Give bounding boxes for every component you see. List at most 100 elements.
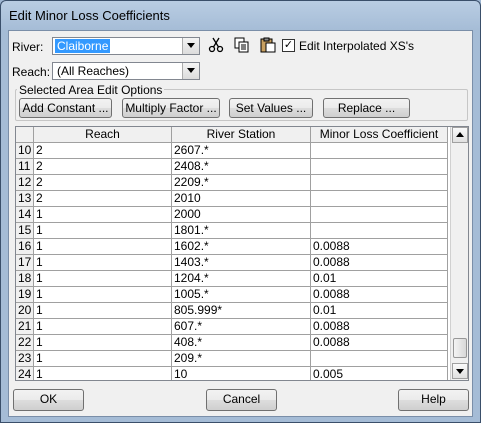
cell-reach[interactable]: 2 bbox=[34, 159, 172, 175]
cell-river-station[interactable]: 607.* bbox=[172, 319, 311, 335]
table-row[interactable]: 19 1 1005.* 0.0088 bbox=[16, 287, 456, 303]
cell-minor-loss[interactable]: 0.0088 bbox=[311, 335, 448, 351]
table-row[interactable]: 10 2 2607.* bbox=[16, 143, 456, 159]
cell-river-station[interactable]: 209.* bbox=[172, 351, 311, 367]
row-number[interactable]: 23 bbox=[16, 351, 34, 367]
vertical-scrollbar[interactable] bbox=[450, 127, 468, 380]
column-header-reach[interactable]: Reach bbox=[34, 127, 172, 143]
ok-button[interactable]: OK bbox=[13, 389, 84, 411]
cell-river-station[interactable]: 2408.* bbox=[172, 159, 311, 175]
cell-reach[interactable]: 1 bbox=[34, 335, 172, 351]
cell-minor-loss[interactable]: 0.0088 bbox=[311, 255, 448, 271]
cell-minor-loss[interactable] bbox=[311, 223, 448, 239]
cell-reach[interactable]: 1 bbox=[34, 255, 172, 271]
row-number[interactable]: 21 bbox=[16, 319, 34, 335]
row-number[interactable]: 11 bbox=[16, 159, 34, 175]
help-button[interactable]: Help bbox=[398, 389, 469, 411]
cell-reach[interactable]: 1 bbox=[34, 303, 172, 319]
table-row[interactable]: 24 1 10 0.005 bbox=[16, 367, 456, 380]
cell-reach[interactable]: 1 bbox=[34, 351, 172, 367]
cell-reach[interactable]: 1 bbox=[34, 223, 172, 239]
cell-minor-loss[interactable] bbox=[311, 143, 448, 159]
scroll-up-button[interactable] bbox=[452, 127, 468, 143]
cell-river-station[interactable]: 408.* bbox=[172, 335, 311, 351]
cell-river-station[interactable]: 805.999* bbox=[172, 303, 311, 319]
add-constant-button[interactable]: Add Constant ... bbox=[19, 98, 112, 118]
row-number[interactable]: 17 bbox=[16, 255, 34, 271]
cell-river-station[interactable]: 1403.* bbox=[172, 255, 311, 271]
scrollbar-thumb[interactable] bbox=[453, 338, 467, 358]
cell-reach[interactable]: 1 bbox=[34, 207, 172, 223]
copy-button[interactable] bbox=[232, 35, 252, 55]
row-number[interactable]: 18 bbox=[16, 271, 34, 287]
paste-button[interactable] bbox=[258, 35, 278, 55]
cell-minor-loss[interactable] bbox=[311, 351, 448, 367]
row-number[interactable]: 14 bbox=[16, 207, 34, 223]
cell-river-station[interactable]: 2607.* bbox=[172, 143, 311, 159]
row-number[interactable]: 20 bbox=[16, 303, 34, 319]
cell-minor-loss[interactable]: 0.01 bbox=[311, 303, 448, 319]
cell-minor-loss[interactable] bbox=[311, 159, 448, 175]
river-dropdown[interactable]: Claiborne bbox=[52, 37, 200, 55]
table-row[interactable]: 15 1 1801.* bbox=[16, 223, 456, 239]
row-number[interactable]: 12 bbox=[16, 175, 34, 191]
column-header-river-station[interactable]: River Station bbox=[172, 127, 311, 143]
title-bar[interactable]: Edit Minor Loss Coefficients bbox=[1, 1, 480, 31]
row-number[interactable]: 13 bbox=[16, 191, 34, 207]
multiply-factor-button[interactable]: Multiply Factor ... bbox=[122, 98, 220, 118]
cell-river-station[interactable]: 10 bbox=[172, 367, 311, 380]
cell-river-station[interactable]: 1005.* bbox=[172, 287, 311, 303]
cell-reach[interactable]: 2 bbox=[34, 143, 172, 159]
cell-river-station[interactable]: 1204.* bbox=[172, 271, 311, 287]
cut-button[interactable] bbox=[206, 35, 226, 55]
cell-river-station[interactable]: 2000 bbox=[172, 207, 311, 223]
interpolated-xs-checkbox[interactable]: ✓ bbox=[282, 39, 295, 52]
table-row[interactable]: 11 2 2408.* bbox=[16, 159, 456, 175]
row-number[interactable]: 19 bbox=[16, 287, 34, 303]
table-row[interactable]: 18 1 1204.* 0.01 bbox=[16, 271, 456, 287]
reach-dropdown[interactable]: (All Reaches) bbox=[52, 62, 200, 80]
cell-minor-loss[interactable]: 0.01 bbox=[311, 271, 448, 287]
row-number[interactable]: 22 bbox=[16, 335, 34, 351]
replace-button[interactable]: Replace ... bbox=[323, 98, 410, 118]
cell-minor-loss[interactable]: 0.0088 bbox=[311, 239, 448, 255]
table-row[interactable]: 23 1 209.* bbox=[16, 351, 456, 367]
row-number[interactable]: 15 bbox=[16, 223, 34, 239]
row-number[interactable]: 16 bbox=[16, 239, 34, 255]
row-number[interactable]: 10 bbox=[16, 143, 34, 159]
cell-minor-loss[interactable]: 0.005 bbox=[311, 367, 448, 380]
table-row[interactable]: 20 1 805.999* 0.01 bbox=[16, 303, 456, 319]
table-row[interactable]: 12 2 2209.* bbox=[16, 175, 456, 191]
cell-reach[interactable]: 1 bbox=[34, 271, 172, 287]
table-row[interactable]: 16 1 1602.* 0.0088 bbox=[16, 239, 456, 255]
scroll-down-button[interactable] bbox=[452, 363, 468, 379]
table-row[interactable]: 17 1 1403.* 0.0088 bbox=[16, 255, 456, 271]
river-label: River: bbox=[12, 40, 44, 54]
column-header-minor-loss[interactable]: Minor Loss Coefficient bbox=[311, 127, 448, 143]
cell-reach[interactable]: 2 bbox=[34, 191, 172, 207]
cancel-button[interactable]: Cancel bbox=[206, 389, 277, 411]
cell-minor-loss[interactable] bbox=[311, 175, 448, 191]
cell-river-station[interactable]: 2010 bbox=[172, 191, 311, 207]
table-row[interactable]: 22 1 408.* 0.0088 bbox=[16, 335, 456, 351]
cell-reach[interactable]: 1 bbox=[34, 367, 172, 380]
cell-minor-loss[interactable]: 0.0088 bbox=[311, 287, 448, 303]
cell-reach[interactable]: 1 bbox=[34, 239, 172, 255]
cell-river-station[interactable]: 2209.* bbox=[172, 175, 311, 191]
table-row[interactable]: 14 1 2000 bbox=[16, 207, 456, 223]
row-number[interactable]: 24 bbox=[16, 367, 34, 380]
chevron-down-icon[interactable] bbox=[182, 63, 199, 79]
minor-loss-table[interactable]: Reach River Station Minor Loss Coefficie… bbox=[15, 126, 469, 381]
cell-minor-loss[interactable]: 0.0088 bbox=[311, 319, 448, 335]
chevron-down-icon[interactable] bbox=[182, 38, 199, 54]
cell-river-station[interactable]: 1801.* bbox=[172, 223, 311, 239]
cell-reach[interactable]: 1 bbox=[34, 287, 172, 303]
table-row[interactable]: 21 1 607.* 0.0088 bbox=[16, 319, 456, 335]
cell-minor-loss[interactable] bbox=[311, 191, 448, 207]
cell-reach[interactable]: 1 bbox=[34, 319, 172, 335]
table-row[interactable]: 13 2 2010 bbox=[16, 191, 456, 207]
cell-river-station[interactable]: 1602.* bbox=[172, 239, 311, 255]
cell-reach[interactable]: 2 bbox=[34, 175, 172, 191]
cell-minor-loss[interactable] bbox=[311, 207, 448, 223]
set-values-button[interactable]: Set Values ... bbox=[229, 98, 313, 118]
